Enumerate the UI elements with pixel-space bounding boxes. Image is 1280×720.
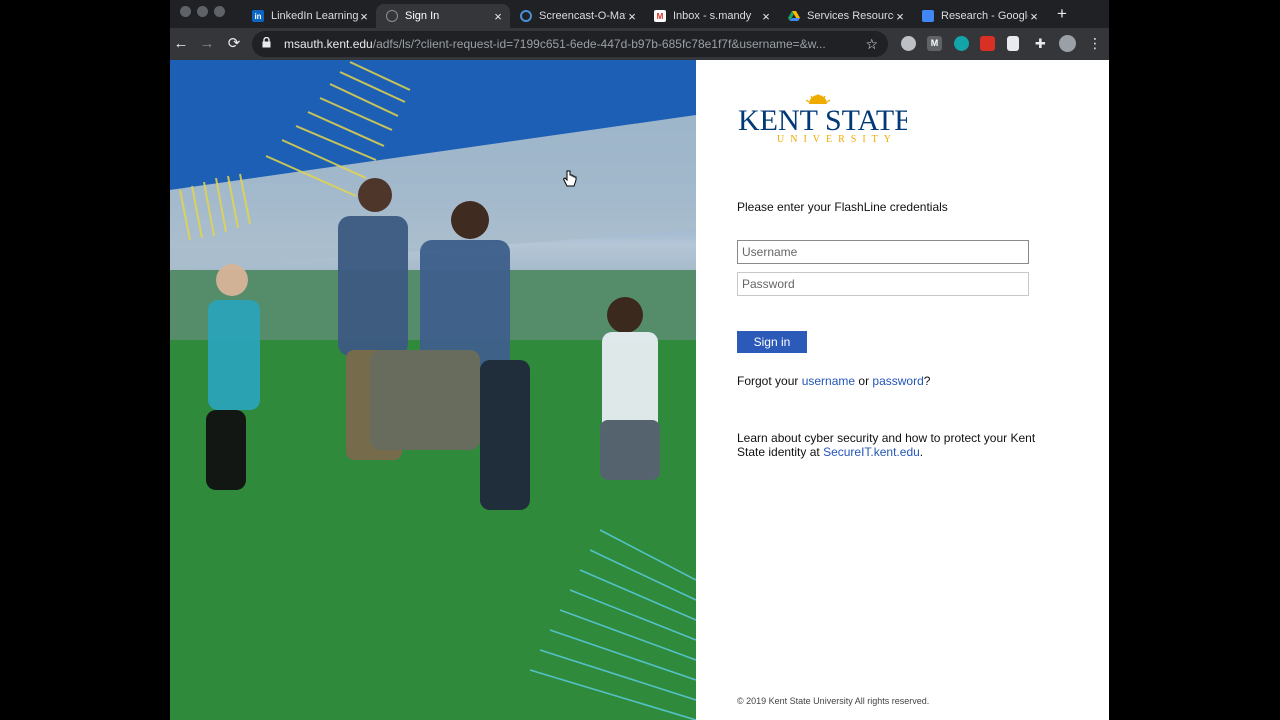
forgot-credentials: Forgot your username or password? xyxy=(737,374,930,388)
forgot-or: or xyxy=(855,374,873,388)
tab-screencast[interactable]: Screencast-O-Matic × xyxy=(510,4,644,28)
extensions-puzzle-icon[interactable]: ✚ xyxy=(1033,36,1048,51)
tab-title: Services Resources xyxy=(807,10,894,22)
url-path: /adfs/ls/?client-request-id=7199c651-6ed… xyxy=(372,37,826,51)
loading-icon xyxy=(386,10,398,22)
tab-title: Inbox - s.mandy xyxy=(673,10,752,22)
forgot-password-link[interactable]: password xyxy=(872,374,923,388)
forgot-prefix: Forgot your xyxy=(737,374,802,388)
close-icon[interactable]: × xyxy=(760,9,772,24)
extension-record-icon[interactable] xyxy=(901,36,916,51)
tab-title: Sign In xyxy=(405,10,440,22)
logo-wordmark: KENT STATE xyxy=(738,104,907,137)
browser-toolbar: ← → ⟳ msauth.kent.edu/adfs/ls/?client-re… xyxy=(170,28,1109,60)
forward-icon[interactable]: → xyxy=(196,33,218,55)
bookmark-star-icon[interactable]: ☆ xyxy=(865,36,878,53)
url-host: msauth.kent.edu xyxy=(284,37,373,51)
extension-page-icon[interactable] xyxy=(1007,36,1019,51)
minimize-window-icon[interactable] xyxy=(197,6,208,17)
logo-subtitle: UNIVERSITY xyxy=(777,134,897,145)
username-input[interactable] xyxy=(737,240,1029,264)
browser-window: in LinkedIn Learning × Sign In × Screenc… xyxy=(170,0,1109,720)
copyright-footer: © 2019 Kent State University All rights … xyxy=(737,696,930,706)
security-info-suffix: . xyxy=(919,445,924,459)
close-icon[interactable]: × xyxy=(626,9,638,24)
close-icon[interactable]: × xyxy=(1028,9,1040,24)
credentials-prompt: Please enter your FlashLine credentials xyxy=(737,200,948,214)
profile-avatar[interactable] xyxy=(1059,35,1076,52)
hero-photo xyxy=(170,60,696,720)
drive-icon xyxy=(788,10,800,22)
tab-strip: in LinkedIn Learning × Sign In × Screenc… xyxy=(170,0,1109,28)
tab-research-docs[interactable]: Research - Google × xyxy=(912,4,1046,28)
url-text[interactable]: msauth.kent.edu/adfs/ls/?client-request-… xyxy=(284,37,857,51)
close-icon[interactable]: × xyxy=(492,9,504,24)
tab-linkedin-learning[interactable]: in LinkedIn Learning × xyxy=(242,4,376,28)
kent-state-logo: KENT STATE UNIVERSITY xyxy=(737,94,913,146)
tab-gmail-inbox[interactable]: M Inbox - s.mandy × xyxy=(644,4,778,28)
screencast-icon xyxy=(520,10,532,22)
hand-cursor-icon xyxy=(563,170,577,187)
tab-title: LinkedIn Learning xyxy=(271,10,358,22)
maximize-window-icon[interactable] xyxy=(214,6,225,17)
tab-title: Screencast-O-Matic xyxy=(539,10,626,22)
tab-sign-in[interactable]: Sign In × xyxy=(376,4,510,28)
address-bar[interactable]: msauth.kent.edu/adfs/ls/?client-request-… xyxy=(252,31,888,57)
forgot-username-link[interactable]: username xyxy=(802,374,855,388)
reload-icon[interactable]: ⟳ xyxy=(223,33,245,55)
tab-title: Research - Google xyxy=(941,10,1028,22)
linkedin-icon: in xyxy=(252,10,264,22)
secureit-link[interactable]: SecureIT.kent.edu xyxy=(823,445,920,459)
gmail-icon: M xyxy=(654,10,666,22)
back-icon[interactable]: ← xyxy=(170,33,192,55)
docs-icon xyxy=(922,10,934,22)
students-jumping-illustration xyxy=(170,60,696,720)
tab-services-resources[interactable]: Services Resources × xyxy=(778,4,912,28)
lock-icon[interactable] xyxy=(262,36,274,51)
close-icon[interactable]: × xyxy=(358,9,370,24)
login-panel: KENT STATE UNIVERSITY Please enter your … xyxy=(696,60,1109,720)
new-tab-button[interactable]: + xyxy=(1052,4,1072,24)
extension-m-icon[interactable]: M xyxy=(927,36,942,51)
extension-teal-icon[interactable] xyxy=(954,36,969,51)
close-window-icon[interactable] xyxy=(180,6,191,17)
security-info-text: Learn about cyber security and how to pr… xyxy=(737,431,1037,459)
more-menu-icon[interactable]: ⋮ xyxy=(1088,36,1102,51)
extension-red-arrow-icon[interactable] xyxy=(980,36,995,51)
password-input[interactable] xyxy=(737,272,1029,296)
forgot-suffix: ? xyxy=(923,374,931,388)
sign-in-button[interactable]: Sign in xyxy=(737,331,807,353)
close-icon[interactable]: × xyxy=(894,9,906,24)
